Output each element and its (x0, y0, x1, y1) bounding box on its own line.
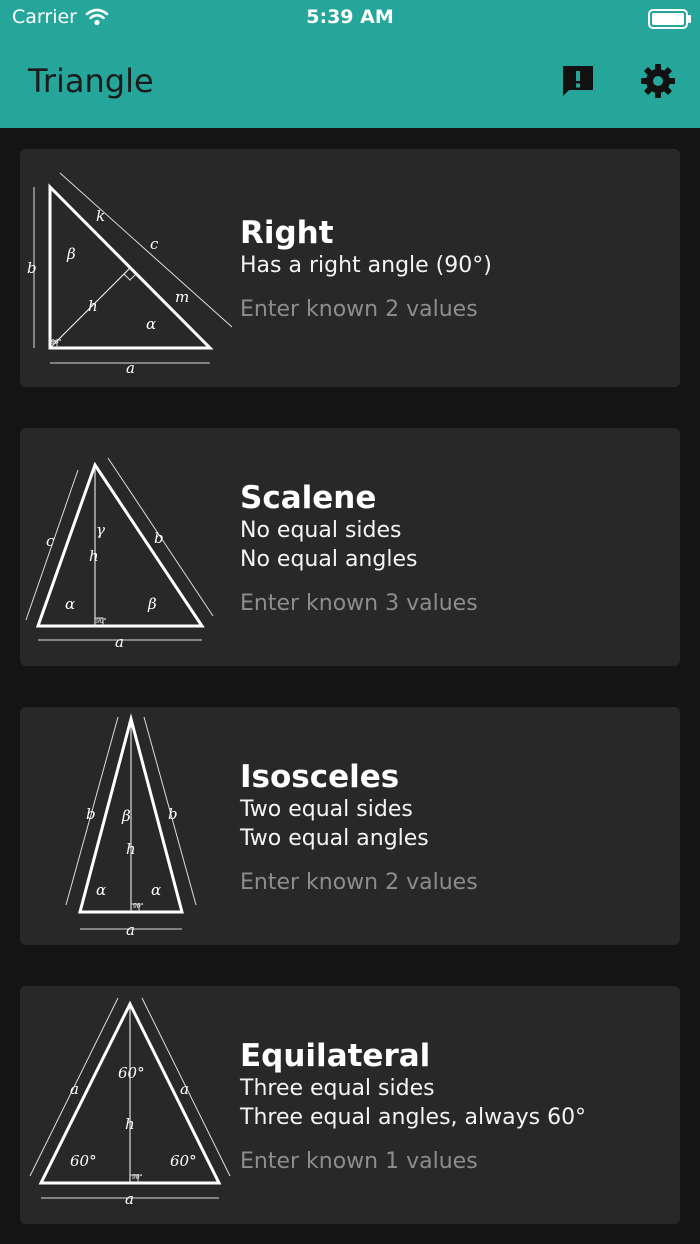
card-description: Three equal sides (240, 1076, 435, 1101)
right-triangle-figure: b a c k m h β α 90° (27, 172, 233, 377)
label-beta: β (121, 807, 131, 825)
card-title: Equilateral (240, 1038, 431, 1074)
card-description: No equal sides (240, 518, 402, 543)
gear-icon[interactable] (640, 63, 676, 99)
triangle-card-isosceles[interactable]: b b a h β α α 90° Isosceles Two equal si… (20, 707, 680, 945)
card-hint: Enter known 3 values (240, 591, 478, 616)
label-h: h (89, 547, 99, 565)
label-c: c (46, 532, 55, 550)
card-text: Right Has a right angle (90°) Enter know… (240, 215, 670, 324)
page-title: Triangle (28, 62, 154, 100)
label-a: a (115, 633, 124, 651)
label-h: h (88, 297, 98, 315)
label-h: h (125, 1115, 135, 1133)
card-hint: Enter known 2 values (240, 297, 478, 322)
status-bar: Carrier 5:39 AM (0, 0, 700, 36)
card-title: Scalene (240, 480, 377, 516)
app-bar: Carrier 5:39 AM Triangle (0, 0, 700, 128)
card-hint: Enter known 2 values (240, 870, 478, 895)
equilateral-triangle-figure: a a a h 60° 60° 60° 90° (29, 997, 231, 1208)
card-description: Has a right angle (90°) (240, 253, 492, 278)
card-text: Equilateral Three equal sides Three equa… (240, 1038, 670, 1176)
label-beta: β (66, 245, 76, 263)
label-c: c (150, 235, 159, 253)
card-title: Isosceles (240, 759, 400, 795)
label-alpha-left: α (96, 881, 106, 899)
card-hint: Enter known 1 values (240, 1149, 478, 1174)
battery-icon (648, 9, 691, 29)
label-top-angle: 60° (118, 1064, 145, 1082)
label-right-angle: 90° (133, 903, 144, 910)
scalene-triangle-figure: c b a h γ α β 90° (25, 457, 214, 651)
label-b: b (27, 259, 37, 277)
label-a-left: a (70, 1080, 79, 1098)
label-a-base: a (125, 1190, 134, 1208)
label-m: m (175, 288, 189, 306)
label-beta: β (147, 595, 157, 613)
card-description: Three equal angles, always 60° (240, 1105, 587, 1130)
card-text: Scalene No equal sides No equal angles E… (240, 480, 670, 618)
triangle-card-equilateral[interactable]: a a a h 60° 60° 60° 90° Equilateral Thre… (20, 986, 680, 1224)
label-gamma: γ (96, 521, 105, 539)
triangle-card-right[interactable]: b a c k m h β α 90° Right Has a right an… (20, 149, 680, 387)
card-text: Isosceles Two equal sides Two equal angl… (240, 759, 670, 897)
triangle-card-scalene[interactable]: c b a h γ α β 90° Scalene No equal sides… (20, 428, 680, 666)
label-h: h (126, 840, 136, 858)
card-title: Right (240, 215, 334, 251)
label-b: b (154, 529, 164, 547)
card-description: No equal angles (240, 547, 418, 572)
label-alpha: α (146, 315, 156, 333)
label-b-right: b (168, 805, 178, 823)
card-description: Two equal sides (240, 797, 413, 822)
label-right-angle: 60° (170, 1152, 197, 1170)
label-alpha-right: α (151, 881, 161, 899)
label-k: k (96, 207, 105, 225)
label-right-angle: 90° (96, 618, 107, 625)
feedback-icon[interactable] (560, 63, 596, 99)
label-a: a (126, 921, 135, 939)
card-description: Two equal angles (240, 826, 429, 851)
label-right-90: 90° (132, 1174, 143, 1181)
label-left-angle: 60° (70, 1152, 97, 1170)
label-a-right: a (180, 1080, 189, 1098)
label-b-left: b (86, 805, 96, 823)
isosceles-triangle-figure: b b a h β α α 90° (65, 713, 197, 939)
status-time: 5:39 AM (306, 6, 394, 28)
label-alpha: α (65, 595, 75, 613)
label-right-angle: 90° (51, 339, 62, 346)
label-a: a (126, 359, 135, 377)
